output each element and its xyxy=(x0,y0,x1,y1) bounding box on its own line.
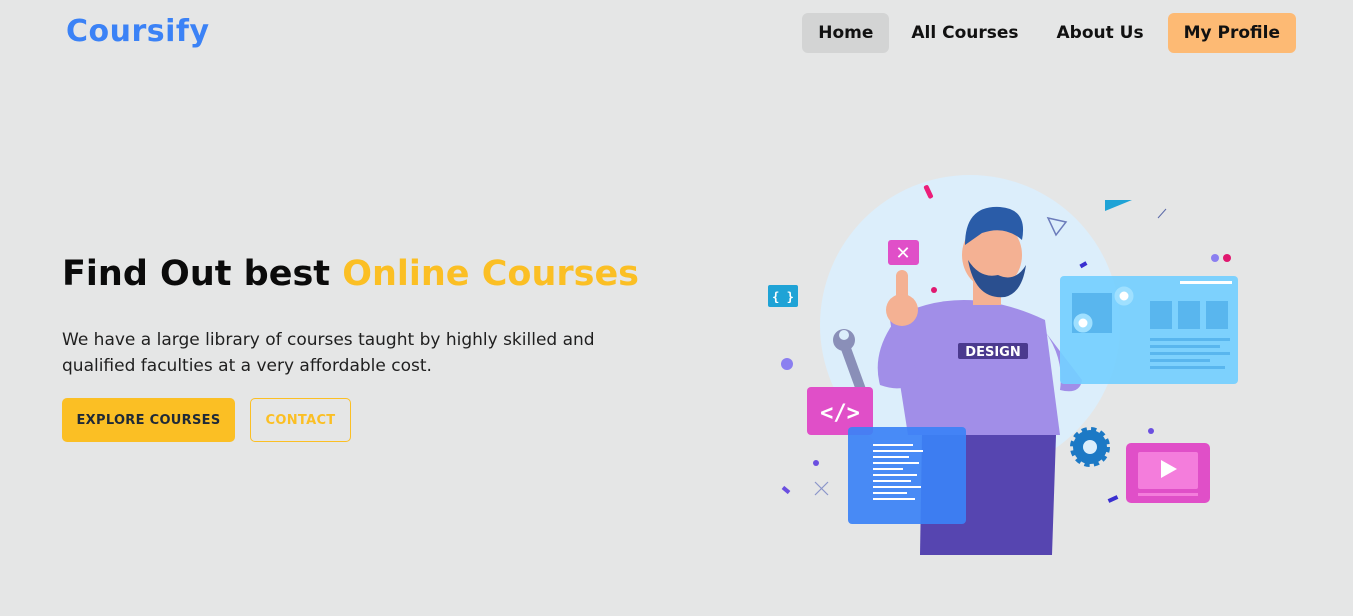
nav-all-courses[interactable]: All Courses xyxy=(895,13,1034,53)
nav-home[interactable]: Home xyxy=(802,13,890,53)
flag-blue xyxy=(1105,200,1132,211)
close-icon: ✕ xyxy=(895,243,910,264)
bracket-tag-text: { } xyxy=(772,290,794,304)
nav-my-profile[interactable]: My Profile xyxy=(1167,13,1296,53)
explore-courses-button[interactable]: EXPLORE COURSES xyxy=(62,398,235,442)
brand-logo[interactable]: Coursify xyxy=(66,14,210,49)
main-nav: Home All Courses About Us My Profile xyxy=(802,13,1296,53)
gear-icon xyxy=(1070,427,1110,467)
code-tag-text: </> xyxy=(820,401,860,426)
dash-right xyxy=(1107,495,1119,503)
design-badge-text: DESIGN xyxy=(965,345,1020,360)
hero-title: Find Out best Online Courses xyxy=(62,254,639,294)
dot-right xyxy=(1148,428,1154,434)
nav-about-us[interactable]: About Us xyxy=(1041,13,1160,53)
ui-window-dot-1 xyxy=(1073,313,1093,333)
dot-violet xyxy=(1211,254,1219,262)
dot-pink xyxy=(1223,254,1231,262)
contact-button[interactable]: CONTACT xyxy=(250,398,351,442)
hero-illustration: { } ✕ DESIGN </> xyxy=(768,175,1238,555)
person-hand xyxy=(886,294,918,326)
hero-title-highlight: Online Courses xyxy=(342,254,640,294)
hero-description: We have a large library of courses taugh… xyxy=(62,330,595,376)
ui-window-dot-2 xyxy=(1114,286,1134,306)
ui-window-bar xyxy=(1180,281,1232,284)
dot-pink-small xyxy=(931,287,937,293)
dash-line xyxy=(1157,208,1167,219)
dot-purple xyxy=(781,358,793,370)
dot-purple-small xyxy=(813,460,819,466)
dash-bottom xyxy=(781,485,791,495)
hero-title-text: Find Out best xyxy=(62,254,331,294)
